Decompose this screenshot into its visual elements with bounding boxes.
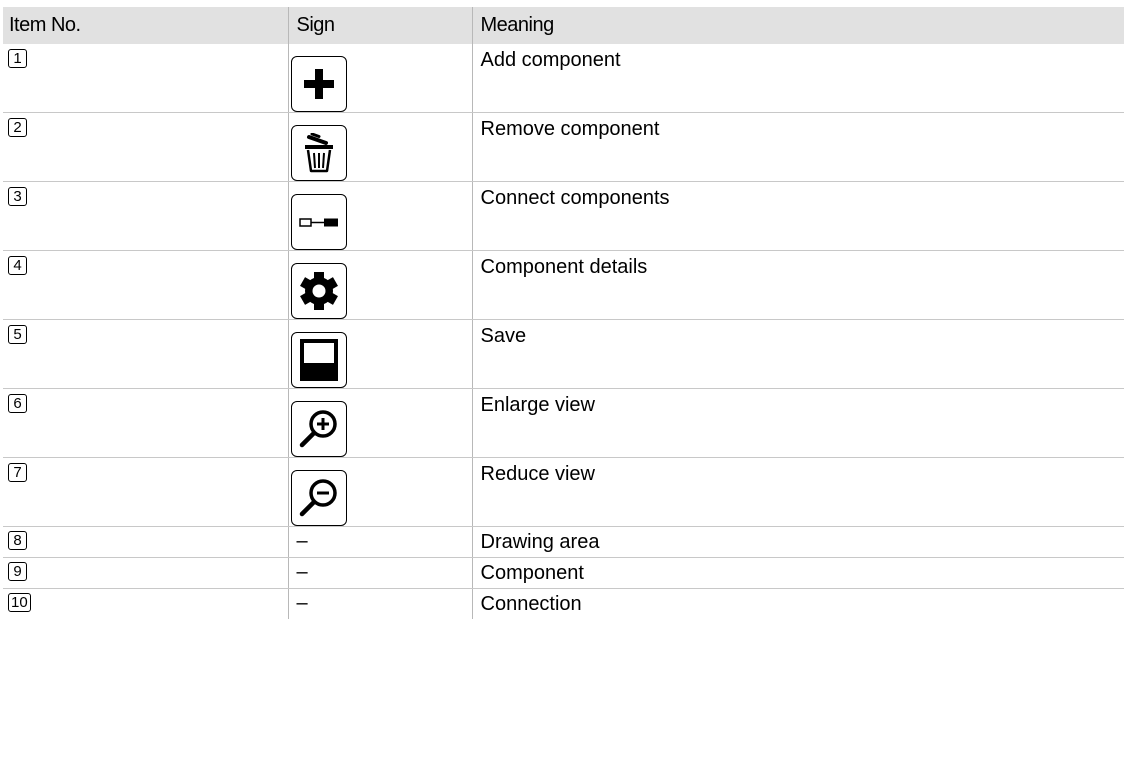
- meaning-text: Add component: [480, 49, 621, 71]
- table-row: 3 Connect components: [3, 181, 1124, 251]
- item-number-badge: 2: [8, 118, 27, 137]
- meaning-cell: Enlarge view: [471, 388, 1124, 458]
- meaning-cell: Component details: [471, 250, 1124, 320]
- sign-dash: –: [296, 592, 308, 614]
- meaning-cell: Connection: [471, 588, 1124, 619]
- meaning-text: Enlarge view: [480, 394, 596, 416]
- header-row: Item No. Sign Meaning: [3, 7, 1124, 44]
- header-sign: Sign: [287, 7, 472, 44]
- item-cell: 4: [3, 250, 288, 320]
- sign-cell: [287, 250, 472, 320]
- item-number-badge: 10: [8, 593, 31, 612]
- connect-icon: [290, 194, 347, 250]
- item-cell: 5: [3, 319, 288, 389]
- zoom-out-icon: [290, 470, 347, 526]
- meaning-cell: Component: [471, 557, 1124, 589]
- item-number-badge: 1: [8, 49, 27, 68]
- table-row: 5 Save: [3, 319, 1124, 389]
- header-meaning: Meaning: [471, 7, 1124, 44]
- item-cell: 7: [3, 457, 288, 527]
- item-number-badge: 9: [8, 562, 27, 581]
- sign-dash: –: [296, 530, 308, 552]
- meaning-text: Connect components: [480, 187, 670, 209]
- table-row: 8 – Drawing area: [3, 526, 1124, 558]
- table-row: 6 Enlarge view: [3, 388, 1124, 458]
- header-item-no: Item No.: [3, 7, 288, 44]
- meaning-text: Reduce view: [480, 463, 596, 485]
- meaning-cell: Reduce view: [471, 457, 1124, 527]
- meaning-text: Save: [480, 325, 527, 347]
- table-row: 1 Add component: [3, 44, 1124, 113]
- table-row: 7 Reduce view: [3, 457, 1124, 527]
- table-row: 4 Component details: [3, 250, 1124, 320]
- item-cell: 3: [3, 181, 288, 251]
- sign-cell: –: [287, 588, 472, 619]
- item-cell: 1: [3, 44, 288, 113]
- trash-icon: [290, 125, 347, 181]
- sign-cell: [287, 181, 472, 251]
- meaning-cell: Add component: [471, 44, 1124, 113]
- item-number-badge: 7: [8, 463, 27, 482]
- gear-icon: [290, 263, 347, 319]
- item-cell: 8: [3, 526, 288, 558]
- meaning-text: Remove component: [480, 118, 660, 140]
- meaning-cell: Drawing area: [471, 526, 1124, 558]
- legend-table: Item No. Sign Meaning 1 Add component 2: [3, 7, 1124, 619]
- item-number-badge: 3: [8, 187, 27, 206]
- sign-cell: [287, 319, 472, 389]
- save-icon: [290, 332, 347, 388]
- item-cell: 6: [3, 388, 288, 458]
- item-number-badge: 6: [8, 394, 27, 413]
- table-row: 2 Remove component: [3, 112, 1124, 182]
- table-row: 9 – Component: [3, 557, 1124, 589]
- sign-cell: [287, 112, 472, 182]
- sign-cell: [287, 44, 472, 113]
- sign-cell: [287, 388, 472, 458]
- meaning-text: Component: [480, 562, 584, 584]
- meaning-text: Connection: [480, 593, 582, 615]
- sign-cell: –: [287, 526, 472, 558]
- zoom-in-icon: [290, 401, 347, 457]
- item-cell: 9: [3, 557, 288, 589]
- plus-icon: [290, 56, 347, 112]
- item-cell: 10: [3, 589, 288, 620]
- table-row: 10 – Connection: [3, 588, 1124, 620]
- meaning-cell: Save: [471, 319, 1124, 389]
- sign-cell: [287, 457, 472, 527]
- meaning-cell: Connect components: [471, 181, 1124, 251]
- sign-dash: –: [296, 561, 308, 583]
- item-number-badge: 4: [8, 256, 27, 275]
- meaning-text: Component details: [480, 256, 648, 278]
- meaning-text: Drawing area: [480, 531, 600, 553]
- meaning-cell: Remove component: [471, 112, 1124, 182]
- sign-cell: –: [287, 557, 472, 589]
- item-cell: 2: [3, 112, 288, 182]
- item-number-badge: 5: [8, 325, 27, 344]
- item-number-badge: 8: [8, 531, 27, 550]
